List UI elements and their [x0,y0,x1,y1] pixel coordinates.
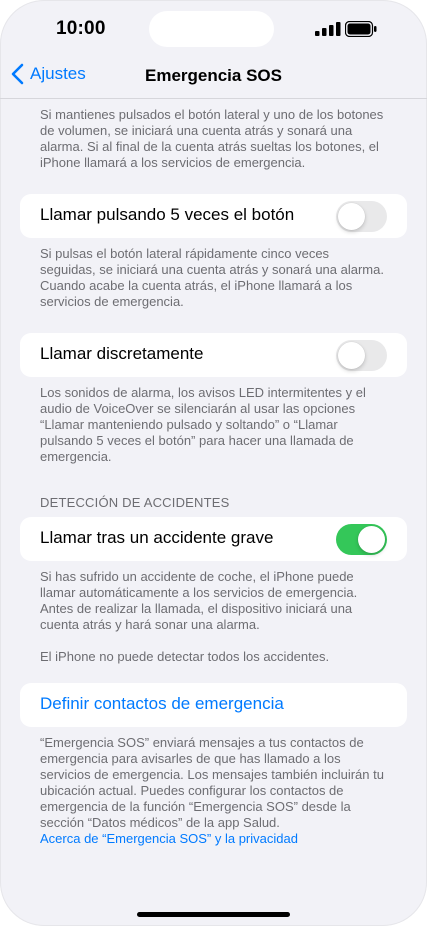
status-bar: 10:00 [0,0,427,58]
dynamic-island [149,11,274,47]
call-quietly-label: Llamar discretamente [40,344,204,363]
call-quietly-toggle[interactable] [336,340,387,371]
toggle-knob [358,526,385,553]
intro-footer: Si mantienes pulsados el botón lateral y… [40,107,384,170]
crash-detection-note: El iPhone no puede detectar todos los ac… [40,649,330,664]
privacy-link[interactable]: Acerca de “Emergencia SOS” y la privacid… [40,831,298,846]
crash-detection-label: Llamar tras un accidente grave [40,528,274,547]
status-time: 10:00 [56,18,106,39]
navigation-bar: Ajustes Emergencia SOS [0,58,427,99]
call-quietly-row[interactable]: Llamar discretamente [20,333,407,377]
page-title: Emergencia SOS [144,66,282,85]
call-five-presses-row[interactable]: Llamar pulsando 5 veces el botón [20,194,407,238]
crash-detection-toggle[interactable] [336,524,387,555]
emergency-contacts-description: “Emergencia SOS” enviará mensajes a tus … [40,735,384,830]
call-quietly-footer: Los sonidos de alarma, los avisos LED in… [40,385,366,464]
toggle-knob [338,342,365,369]
cellular-signal-icon [315,22,341,36]
battery-icon [345,21,377,37]
toggle-knob [338,203,365,230]
emergency-contacts-link[interactable]: Definir contactos de emergencia [40,694,284,714]
call-five-presses-footer: Si pulsas el botón lateral rápidamente c… [40,246,384,309]
phone-screen: 10:00 Ajustes Emergencia SOS Si mantiene… [0,0,427,926]
call-five-presses-label: Llamar pulsando 5 veces el botón [40,205,295,224]
emergency-contacts-footer: “Emergencia SOS” enviará mensajes a tus … [0,727,427,847]
call-five-presses-toggle[interactable] [336,201,387,232]
emergency-contacts-row[interactable]: Definir contactos de emergencia [20,683,407,727]
home-indicator[interactable] [137,912,290,917]
crash-detection-header: DETECCIÓN DE ACCIDENTES [40,495,230,510]
settings-list[interactable]: Si mantienes pulsados el botón lateral y… [0,99,427,847]
crash-detection-row[interactable]: Llamar tras un accidente grave [20,517,407,561]
crash-detection-footer: Si has sufrido un accidente de coche, el… [40,569,358,632]
